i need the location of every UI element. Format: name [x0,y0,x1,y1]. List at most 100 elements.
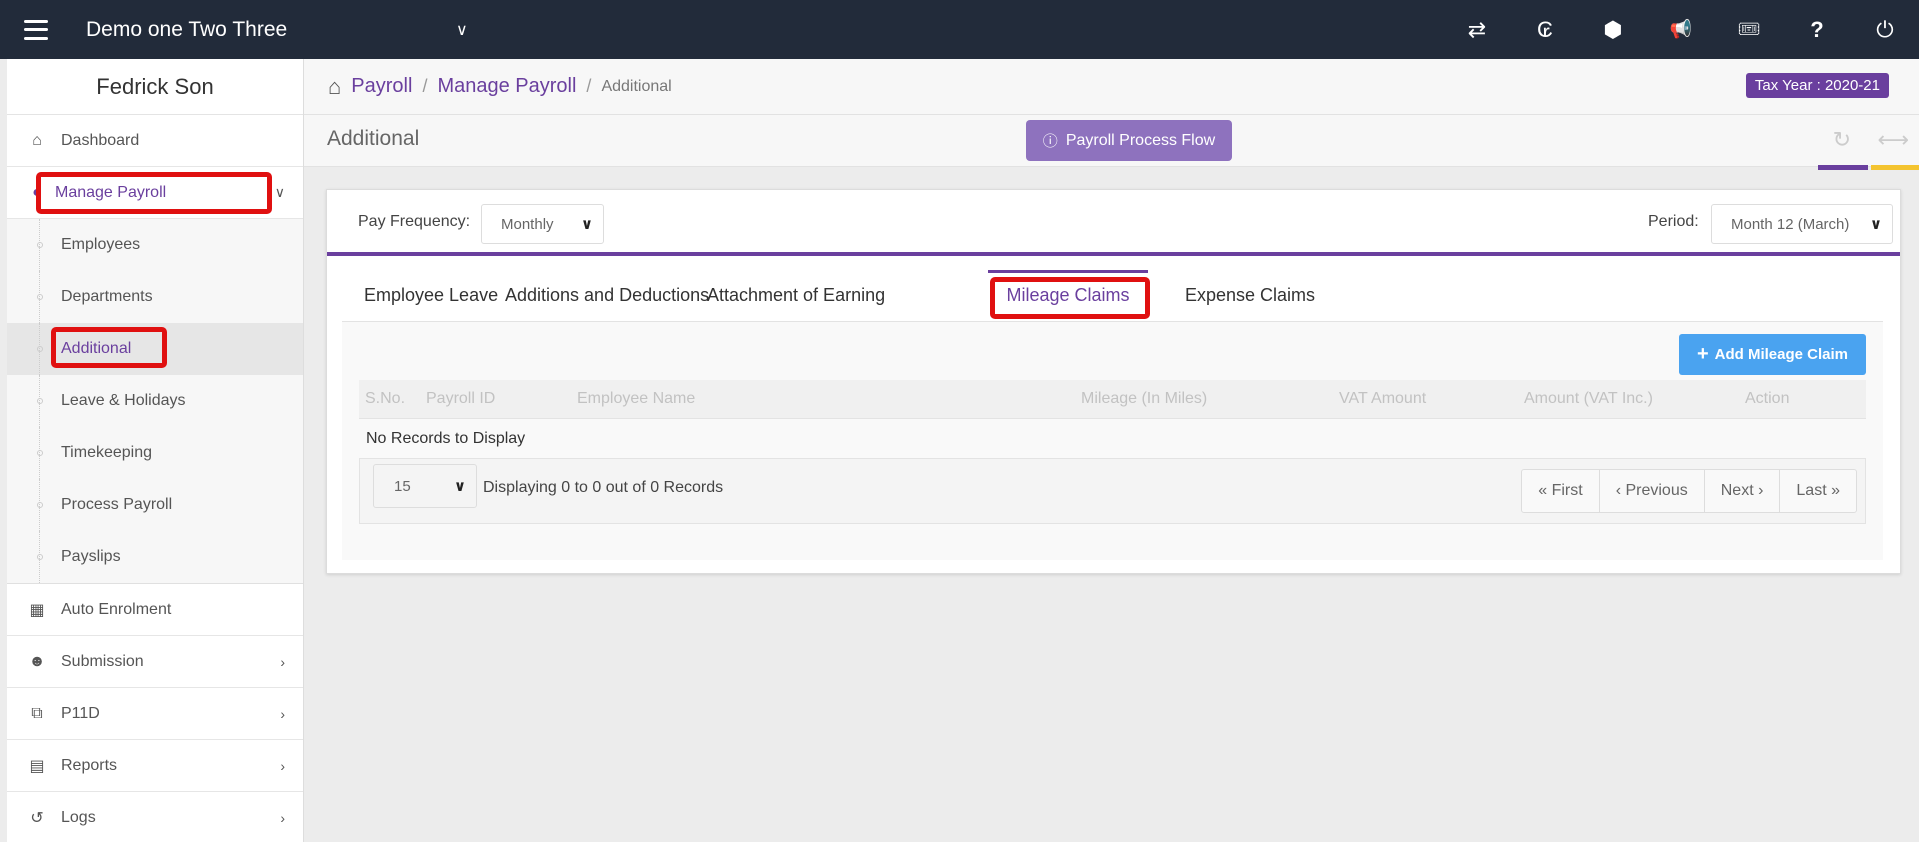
pay-frequency-select[interactable]: Monthly ∨ [481,204,604,244]
page-size-select[interactable]: 15 ∨ [373,464,477,508]
select-value: 15 [394,477,411,495]
ticket-icon[interactable]: 🎟 [1715,19,1783,40]
bullet-icon [37,398,43,404]
column-header-vat-amount: VAT Amount [1339,390,1427,407]
next-page-button[interactable]: Next › [1703,470,1780,512]
info-icon: ⓘ [1042,133,1058,150]
currency-icon[interactable]: ₢ [1511,17,1579,43]
bullet-icon [37,294,43,300]
page-header: Additional ⓘ Payroll Process Flow ↻ ⟷ [304,115,1919,170]
pagination-bar: 15 ∨ Displaying 0 to 0 out of 0 Records … [359,458,1866,524]
hamburger-menu-icon[interactable] [24,19,48,40]
sidebar-item-label: P11D [61,704,100,722]
column-header-sno: S.No. [365,390,406,407]
sidebar-item-label: Departments [61,288,153,305]
tab-employee-leave[interactable]: Employee Leave [364,270,498,322]
power-icon[interactable]: ⏻ [1851,17,1919,43]
sidebar-item-leave-holidays[interactable]: Leave & Holidays [7,375,303,427]
chevron-right-icon: › [280,809,285,826]
column-header-payroll-id: Payroll ID [426,390,496,407]
home-icon[interactable]: ⌂ [328,74,341,100]
expand-horizontal-icon[interactable]: ⟷ [1877,127,1909,153]
chevron-right-icon: › [280,653,285,670]
sidebar-item-process-payroll[interactable]: Process Payroll [7,479,303,531]
period-label: Period: [1648,213,1699,230]
tab-expense-claims[interactable]: Expense Claims [1185,270,1315,322]
sidebar-item-label: Employees [61,236,141,253]
sidebar-item-label: Logs [61,808,96,826]
bullet-icon [37,346,43,352]
filter-bar: Pay Frequency: Monthly ∨ Period: Month 1… [327,190,1900,256]
sidebar-item-p11d[interactable]: ⧉ P11D › [7,688,303,740]
period-select[interactable]: Month 12 (March) ∨ [1711,204,1893,244]
refresh-icon[interactable]: ↻ [1833,127,1851,153]
sidebar-item-label: Additional [61,340,132,357]
button-label: Add Mileage Claim [1714,346,1849,363]
pagination-buttons: « First ‹ Previous Next › Last » [1521,469,1857,513]
grid-icon: ▦ [29,601,45,619]
tab-attachment-of-earning[interactable]: Attachment of Earning [707,270,885,322]
sidebar-item-departments[interactable]: Departments [7,271,303,323]
tab-additions-and-deductions[interactable]: Additions and Deductions [505,270,709,322]
sidebar-item-reports[interactable]: ▤ Reports › [7,740,303,792]
accent-bar [1818,165,1868,170]
transfer-icon[interactable]: ⇄ [1443,17,1511,43]
sidebar-item-manage-payroll[interactable]: ● Manage Payroll ∨ [7,167,303,219]
bullet-icon [37,450,43,456]
chevron-down-icon: ∨ [580,216,593,233]
sidebar-item-employees[interactable]: Employees [7,219,303,271]
copy-icon: ⧉ [31,704,43,722]
help-icon[interactable]: ? [1783,17,1851,43]
cubes-icon[interactable]: ⬢ [1579,17,1647,43]
sidebar-submenu: Employees Departments Additional Leave &… [7,219,303,584]
button-label: Payroll Process Flow [1065,131,1216,149]
company-name: Demo one Two Three [86,17,288,41]
select-value: Month 12 (March) [1731,215,1850,233]
sidebar-item-label: Payslips [61,548,121,565]
previous-page-button[interactable]: ‹ Previous [1598,470,1704,512]
plus-icon: + [1696,343,1709,365]
accent-bar-yellow [1871,165,1919,170]
payroll-process-flow-button[interactable]: ⓘ Payroll Process Flow [1026,120,1232,161]
sidebar-item-additional[interactable]: Additional [7,323,303,375]
breadcrumb-manage-payroll[interactable]: Manage Payroll [437,75,576,98]
sidebar-item-label: Submission [61,652,144,670]
sidebar-item-label: Auto Enrolment [61,600,172,618]
megaphone-icon[interactable]: 📢 [1647,19,1715,40]
tax-year-badge: Tax Year : 2020-21 [1745,73,1889,98]
column-header-mileage: Mileage (In Miles) [1081,390,1208,407]
records-display-text: Displaying 0 to 0 out of 0 Records [483,479,724,496]
document-icon: ▤ [29,757,45,775]
breadcrumb-separator: / [586,76,592,96]
pay-frequency-label: Pay Frequency: [358,213,471,230]
chevron-down-icon: ∨ [453,478,466,495]
sidebar-item-auto-enrolment[interactable]: ▦ Auto Enrolment [7,584,303,636]
breadcrumb-payroll[interactable]: Payroll [351,75,412,98]
sidebar-item-label: Reports [61,756,118,774]
bullet-icon [37,242,43,248]
page-title: Additional [327,127,420,150]
top-navbar: Demo one Two Three ∨ ⇄ ₢ ⬢ 📢 🎟 ? ⏻ [0,0,1919,59]
chevron-down-icon: ∨ [1869,216,1882,233]
sidebar-item-timekeeping[interactable]: Timekeeping [7,427,303,479]
tab-mileage-claims[interactable]: Mileage Claims [988,270,1148,322]
last-page-button[interactable]: Last » [1779,470,1856,512]
column-header-amount-vat-inc: Amount (VAT Inc.) [1524,390,1653,407]
sidebar-item-dashboard[interactable]: ⌂ Dashboard [7,115,303,167]
sidebar: Fedrick Son ⌂ Dashboard ● Manage Payroll… [7,59,304,842]
first-page-button[interactable]: « First [1522,470,1598,512]
tab-bar: Employee Leave Additions and Deductions … [342,270,1883,322]
home-icon: ⌂ [32,131,42,149]
main-card: Pay Frequency: Monthly ∨ Period: Month 1… [326,189,1901,574]
select-value: Monthly [501,215,554,233]
tab-panel: Employee Leave Additions and Deductions … [342,270,1883,560]
add-mileage-claim-button[interactable]: + Add Mileage Claim [1679,334,1866,375]
sidebar-item-label: Leave & Holidays [61,392,186,409]
breadcrumb-current: Additional [601,77,672,95]
sidebar-item-payslips[interactable]: Payslips [7,531,303,583]
sidebar-item-submission[interactable]: ☻ Submission › [7,636,303,688]
company-dropdown-chevron-icon[interactable]: ∨ [456,20,468,40]
breadcrumb: ⌂ Payroll / Manage Payroll / Additional … [304,59,1919,115]
sidebar-item-logs[interactable]: ↺ Logs › [7,792,303,842]
breadcrumb-separator: / [422,76,428,96]
